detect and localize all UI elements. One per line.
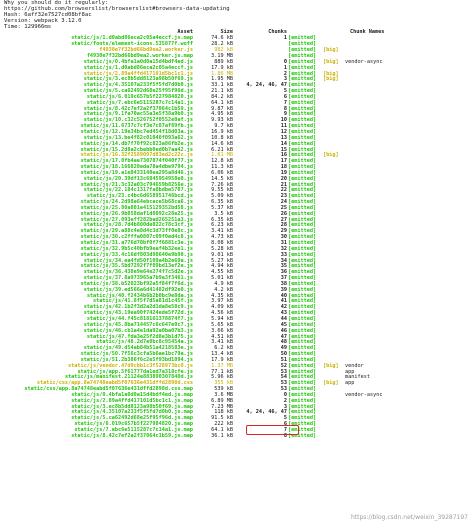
- table-row: static/js/8.42c7ef2a2f37064c1b59.js.map 3…: [0, 432, 474, 440]
- watermark: https://blog.csdn.net/weixin_39287197: [350, 514, 468, 522]
- column-chunk-names: Chunk Names: [350, 29, 385, 36]
- asset-size: 36.1 kB: [211, 432, 233, 439]
- asset-name: static/js/8.42c7ef2a2f37064c1b59.js.map: [71, 432, 193, 439]
- asset-table: static/js/1.d0abd86eca2c05a4eccf.js.map 7…: [0, 36, 474, 439]
- highlight-box: [246, 425, 299, 435]
- terminal-window: Why you should do it regularly: https://…: [0, 0, 474, 523]
